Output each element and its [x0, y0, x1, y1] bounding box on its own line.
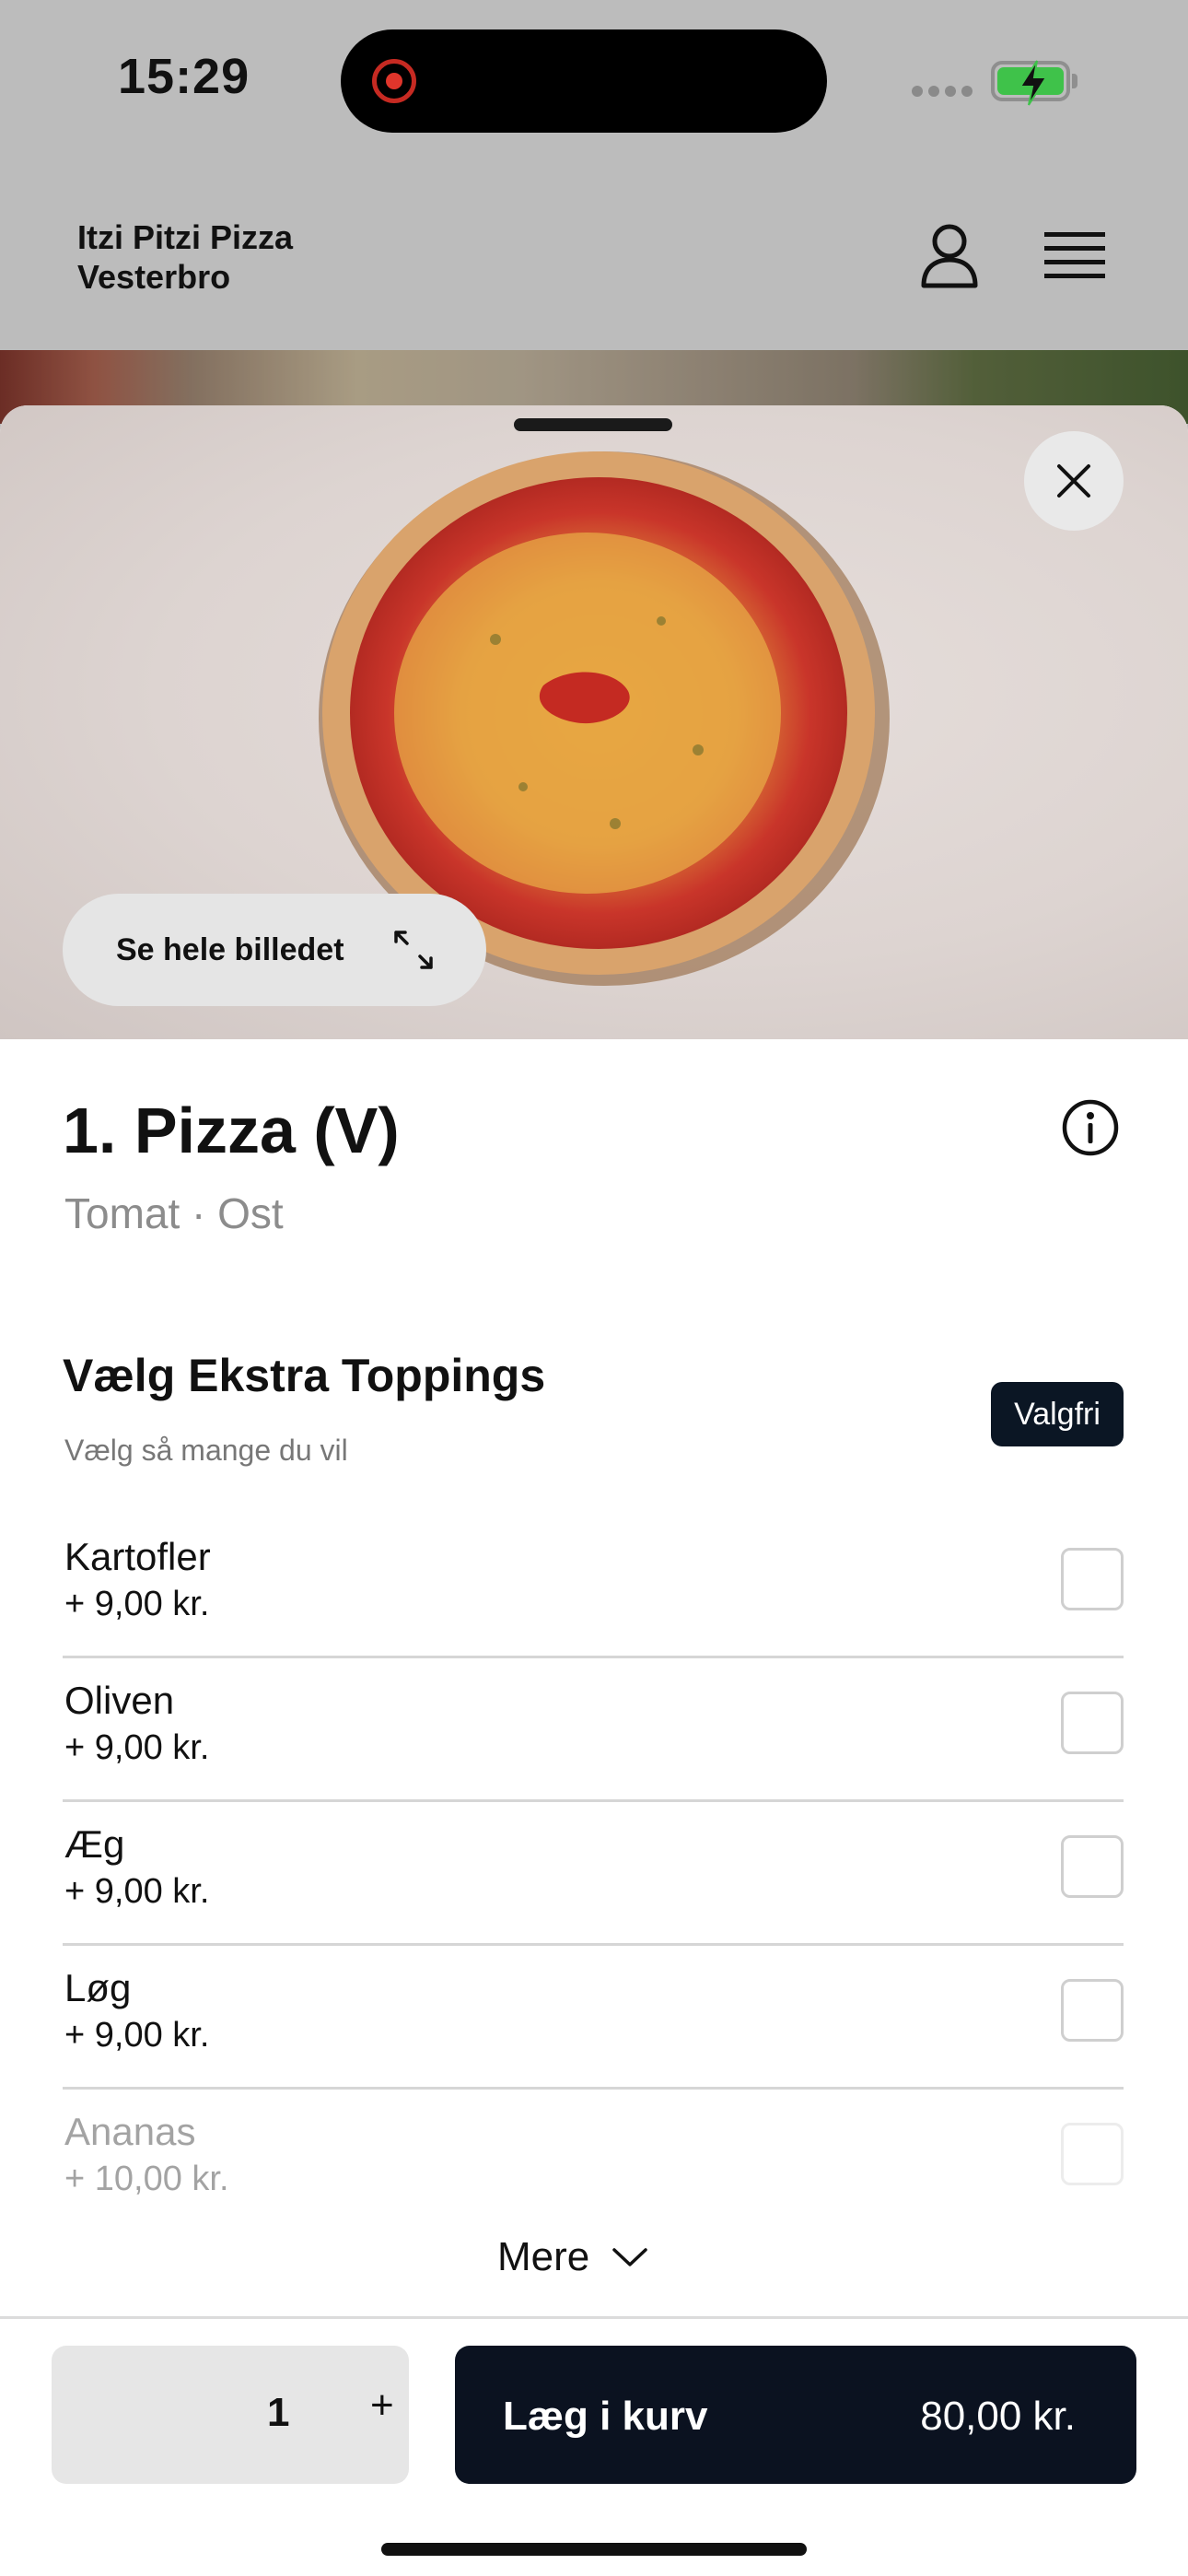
topping-checkbox[interactable] [1061, 2123, 1124, 2185]
topping-price: + 9,00 kr. [64, 1585, 210, 1623]
see-full-image-button[interactable]: Se hele billedet [63, 894, 486, 1006]
topping-option[interactable]: Ananas + 10,00 kr. [63, 2090, 1124, 2233]
status-time: 15:29 [118, 49, 250, 104]
close-icon [1057, 464, 1090, 498]
sheet-drag-handle[interactable] [514, 418, 672, 431]
product-image: Se hele billedet [0, 405, 1188, 1039]
battery-icon [991, 60, 1070, 106]
optional-badge: Valgfri [991, 1382, 1124, 1446]
add-to-cart-label: Læg i kurv [503, 2394, 708, 2439]
chevron-down-icon [612, 2248, 647, 2266]
topping-price: + 9,00 kr. [64, 1872, 210, 1911]
topping-price: + 9,00 kr. [64, 1728, 210, 1767]
app-header: Itzi Pitzi Pizza Vesterbro [0, 166, 1188, 350]
restaurant-name-line1: Itzi Pitzi Pizza [77, 218, 294, 256]
topping-checkbox[interactable] [1061, 1692, 1124, 1754]
charging-bolt-icon [1019, 60, 1048, 106]
increase-quantity-button[interactable]: + [370, 2383, 394, 2429]
dynamic-island [341, 29, 827, 133]
add-to-cart-button[interactable]: Læg i kurv 80,00 kr. [455, 2346, 1136, 2484]
restaurant-name-line2: Vesterbro [77, 258, 231, 296]
product-title: 1. Pizza (V) [63, 1095, 400, 1166]
topping-checkbox[interactable] [1061, 1835, 1124, 1898]
restaurant-name[interactable]: Itzi Pitzi Pizza Vesterbro [77, 217, 293, 297]
product-sheet: Se hele billedet 1. Pizza (V) Tomat · Os… [0, 405, 1188, 2576]
info-icon[interactable] [1061, 1098, 1120, 1157]
show-more-label: Mere [497, 2234, 590, 2279]
topping-name: Løg [64, 1966, 132, 2009]
topping-option[interactable]: Oliven + 9,00 kr. [63, 1658, 1124, 1802]
topping-price: + 10,00 kr. [64, 2160, 229, 2198]
bottom-divider [0, 2316, 1188, 2319]
quantity-stepper: 1 + [52, 2346, 409, 2484]
menu-icon[interactable] [1044, 230, 1105, 282]
signal-icon [912, 85, 978, 101]
recording-icon [372, 59, 416, 103]
topping-option[interactable]: Løg + 9,00 kr. [63, 1946, 1124, 2090]
topping-checkbox[interactable] [1061, 1548, 1124, 1610]
toppings-section-subtitle: Vælg så mange du vil [64, 1434, 348, 1467]
close-button[interactable] [1024, 431, 1124, 531]
topping-checkbox[interactable] [1061, 1979, 1124, 2042]
profile-icon[interactable] [919, 223, 980, 289]
expand-icon [394, 931, 433, 969]
topping-name: Ananas [64, 2110, 196, 2153]
see-full-image-label: Se hele billedet [116, 931, 344, 967]
status-bar: 15:29 [0, 0, 1188, 166]
topping-name: Oliven [64, 1679, 175, 1722]
toppings-section-title: Vælg Ekstra Toppings [63, 1350, 546, 1401]
topping-name: Kartofler [64, 1535, 211, 1578]
quantity-value: 1 [267, 2390, 290, 2435]
home-indicator[interactable] [381, 2543, 807, 2556]
toppings-list: Kartofler + 9,00 kr. Oliven + 9,00 kr. Æ… [63, 1515, 1124, 2233]
topping-price: + 9,00 kr. [64, 2016, 210, 2055]
topping-name: Æg [64, 1822, 125, 1866]
topping-option[interactable]: Æg + 9,00 kr. [63, 1802, 1124, 1946]
product-description: Tomat · Ost [64, 1189, 284, 1237]
cart-total-price: 80,00 kr. [920, 2394, 1076, 2439]
show-more-button[interactable]: Mere [497, 2220, 648, 2294]
topping-option[interactable]: Kartofler + 9,00 kr. [63, 1515, 1124, 1658]
